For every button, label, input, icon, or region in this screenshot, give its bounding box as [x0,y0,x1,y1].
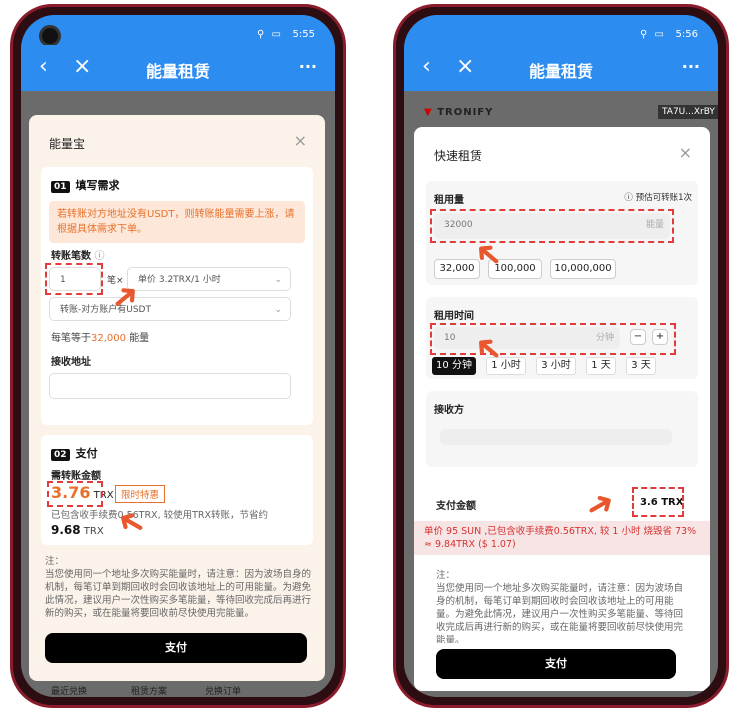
status-time: 5:56 [675,29,698,40]
right-screen: ⚲ ▭ 5:56 ‹ × 能量租赁 ··· ▼ TRONIFY TA7U...X… [404,15,718,697]
section-label: 填写需求 [75,179,120,192]
quantity-hint: ⓘ 预估可转账1次 [624,193,692,203]
app-bar: ‹ × 能量租赁 ··· [21,45,335,91]
overlay: 能量宝 × 01 填写需求 若转账对方地址没有USDT，则转账能量需要上涨，请根据… [21,91,335,697]
tab-orders[interactable]: 兑换订单 [205,684,241,697]
note-text: 注： 当您使用同一个地址多次购买能量时，请注意：因为波场自身的机制，每笔订单到期… [45,556,311,619]
modal-title: 快速租赁 [434,149,483,163]
amount-label: 需转账金额 [51,471,101,482]
section-number: 02 [51,449,70,461]
each-prefix: 每笔等于 [51,333,91,344]
time-chip[interactable]: 3 天 [626,357,656,375]
left-screen: ⚲ ▭ 5:55 ‹ × 能量租赁 ··· 能量宝 × 01 填写需求 若转账对方… [21,15,335,697]
more-icon[interactable]: ··· [682,57,700,76]
modal-close-icon[interactable]: × [679,143,692,162]
highlight-box [45,263,103,295]
each-suffix: 能量 [129,333,150,344]
pay-button[interactable]: 支付 [45,633,307,663]
count-label-text: 转账笔数 [51,251,91,262]
overlay: ▼ TRONIFY TA7U...XrBY 快速租赁 × 租用量 ⓘ 预估可转账… [404,91,718,697]
receiver-input[interactable] [440,429,672,445]
highlight-box [47,481,103,507]
chevron-down-icon: ⌄ [274,275,282,285]
highlight-box [430,209,674,243]
time-card: 租用时间 10 分钟 − + 10 分钟 1 小时 3 小时 1 天 3 天 [426,297,698,379]
price-banner: 单价 95 SUN ,已包含收手续费0.56TRX, 较 1 小时 烧毁省 73… [414,521,710,555]
quick-rent-modal: 快速租赁 × 租用量 ⓘ 预估可转账1次 32000 能量 32,000 100,… [414,127,710,691]
price-select[interactable]: 单价 3.2TRX/1 小时 ⌄ [127,267,291,291]
receiver-label: 接收方 [434,405,464,416]
time-chip[interactable]: 1 天 [586,357,616,375]
modal-close-icon[interactable]: × [294,131,307,150]
address-input[interactable] [49,373,291,399]
price-select-value: 单价 3.2TRX/1 小时 [138,275,221,285]
chevron-down-icon: ⌄ [274,305,282,315]
wallet-address[interactable]: TA7U...XrBY [658,105,718,119]
app-title: 能量租赁 [528,62,593,81]
modal-title: 能量宝 [49,137,86,151]
status-icons: ⚲ ▭ [640,29,666,40]
quantity-label: 租用量 [434,195,464,206]
highlight-box [632,487,684,517]
count-label: 转账笔数 ⓘ [51,247,104,262]
right-phone: ⚲ ▭ 5:56 ‹ × 能量租赁 ··· ▼ TRONIFY TA7U...X… [393,4,729,708]
receiver-card: 接收方 [426,391,698,467]
promo-badge: 限时特惠 [115,485,166,503]
brand-icon: ▼ [424,107,433,118]
section-title-1: 01 填写需求 [51,177,120,193]
status-icons: ⚲ ▭ [257,29,283,40]
save-display: 9.68 TRX [51,523,104,537]
time-chip[interactable]: 3 小时 [536,357,576,375]
payment-card: 02 支付 需转账金额 3.76 TRX 限时特惠 已包含收手续费0.56TRX,… [41,435,313,545]
info-icon: ⓘ [94,251,105,262]
more-icon[interactable]: ··· [299,57,317,76]
type-select[interactable]: 转账-对方账户有USDT ⌄ [49,297,291,321]
save-unit: TRX [83,526,104,537]
pay-amount-label: 支付金额 [436,501,476,512]
section-number: 01 [51,181,70,193]
status-bar: ⚲ ▭ 5:56 [404,15,718,45]
app-title: 能量租赁 [145,62,210,81]
status-bar: ⚲ ▭ 5:55 [21,15,335,47]
brand-name: TRONIFY [437,107,494,118]
app-bar: ‹ × 能量租赁 ··· [404,45,718,91]
quantity-hint-text: 预估可转账1次 [635,193,692,203]
tab-plans[interactable]: 租赁方案 [131,684,167,697]
energy-per-transfer: 每笔等于32,000 能量 [51,329,149,344]
pay-button[interactable]: 支付 [436,649,676,679]
left-phone: ⚲ ▭ 5:55 ‹ × 能量租赁 ··· 能量宝 × 01 填写需求 若转账对方… [10,4,346,708]
brand-logo: ▼ TRONIFY [424,107,493,118]
requirement-card: 01 填写需求 若转账对方地址没有USDT，则转账能量需要上涨，请根据具体需求下单… [41,167,313,425]
camera-icon [39,25,61,47]
section-title-2: 02 支付 [51,445,98,461]
bottom-tabs: 最近兑换 租赁方案 兑换订单 [21,683,335,697]
quantity-card: 租用量 ⓘ 预估可转账1次 32000 能量 32,000 100,000 10,… [426,181,698,285]
status-time: 5:55 [292,29,315,40]
quantity-chip[interactable]: 10,000,000 [550,259,616,279]
tab-recent[interactable]: 最近兑换 [51,684,87,697]
energy-modal: 能量宝 × 01 填写需求 若转账对方地址没有USDT，则转账能量需要上涨，请根据… [29,115,325,681]
warning-message: 若转账对方地址没有USDT，则转账能量需要上涨，请根据具体需求下单。 [49,201,305,243]
time-label: 租用时间 [434,311,474,322]
section-label: 支付 [75,447,98,460]
save-value: 9.68 [51,523,81,537]
address-label: 接收地址 [51,357,91,368]
note-text: 注： 当您使用同一个地址多次购买能量时，请注意：因为波场自身的机制，每笔订单到期… [436,570,684,643]
each-value: 32,000 [91,333,126,344]
fee-text: 已包含收手续费0.56TRX, 较使用TRX转账，节省约 [51,510,269,521]
